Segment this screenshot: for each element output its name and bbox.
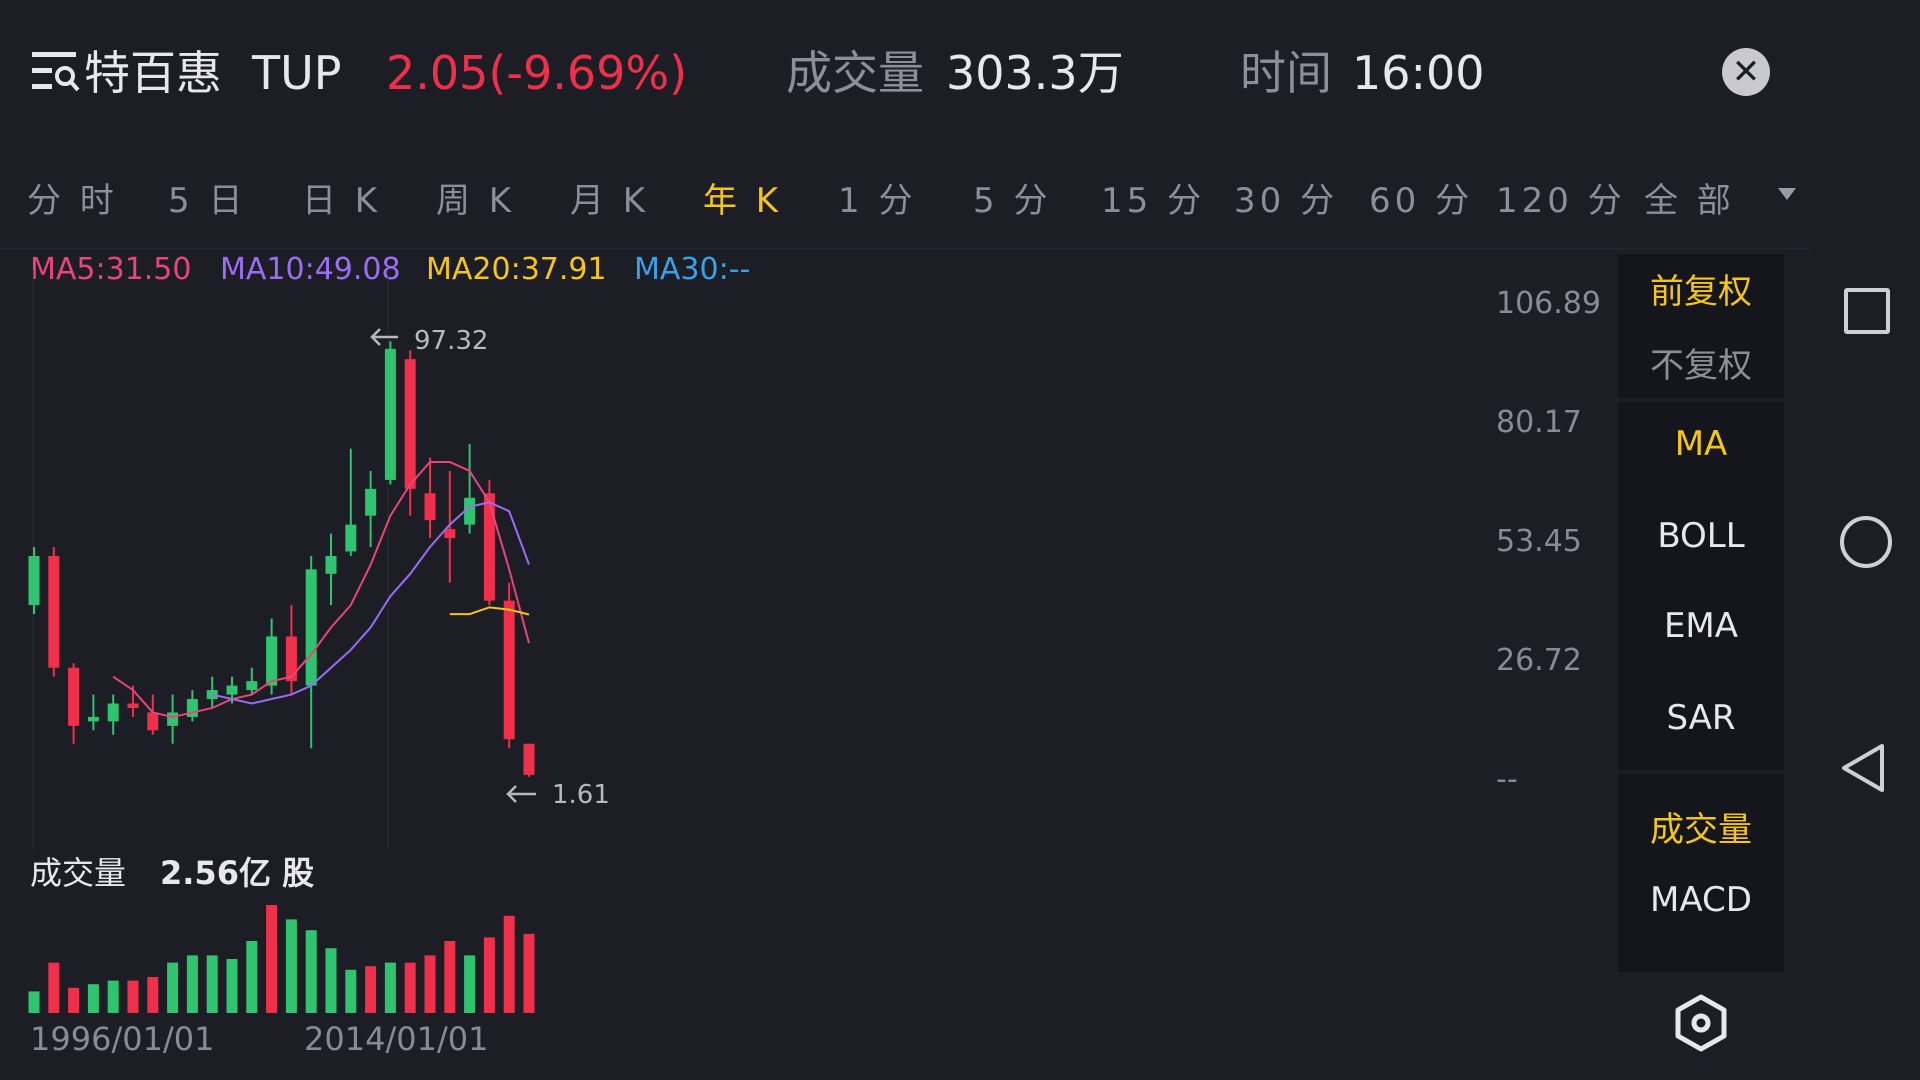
tab-yearly-k[interactable]: 年 K — [703, 170, 782, 232]
volume-bar[interactable] — [503, 915, 515, 1013]
candle-body[interactable] — [48, 555, 60, 668]
candle-body[interactable] — [523, 743, 535, 775]
nav-recent-apps-icon[interactable] — [1844, 288, 1890, 334]
volume-bar[interactable] — [87, 984, 99, 1013]
volume-bar[interactable] — [404, 962, 416, 1013]
volume-section-value: 2.56亿 股 — [160, 854, 315, 892]
volume-section-label: 成交量 — [30, 854, 127, 892]
volume-bar[interactable] — [186, 955, 198, 1013]
stock-ticker: TUP — [252, 46, 342, 100]
tab-weekly-k[interactable]: 周 K — [436, 170, 515, 232]
high-price-marker — [370, 328, 398, 346]
indicator-ma[interactable]: MA — [1618, 424, 1784, 464]
volume-bar[interactable] — [444, 941, 456, 1013]
tabs-dropdown-icon[interactable] — [1778, 188, 1796, 200]
time-label: 时间 — [1240, 46, 1332, 100]
candlestick-chart[interactable] — [0, 250, 1600, 1050]
settings-icon[interactable] — [1674, 994, 1728, 1052]
candle-body[interactable] — [266, 636, 278, 686]
low-price-label: 1.61 — [552, 780, 610, 810]
candles-layer — [28, 341, 535, 777]
tab-minute[interactable]: 分 时 — [27, 170, 118, 232]
volume-bar[interactable] — [266, 905, 278, 1013]
volume-bar[interactable] — [167, 962, 179, 1013]
volume-value: 303.3万 — [946, 46, 1124, 100]
tab-30min[interactable]: 30 分 — [1234, 170, 1338, 232]
price-change: 2.05(-9.69%) — [386, 46, 688, 100]
volume-bar[interactable] — [206, 955, 218, 1013]
close-icon[interactable]: ✕ — [1722, 48, 1770, 96]
volume-bar[interactable] — [384, 962, 396, 1013]
candle-body[interactable] — [305, 569, 317, 686]
volume-bar[interactable] — [285, 919, 297, 1013]
volume-bar[interactable] — [48, 962, 60, 1013]
volume-label: 成交量 — [786, 46, 924, 100]
candle-body[interactable] — [325, 555, 337, 574]
candle-body[interactable] — [483, 493, 495, 601]
volume-bar[interactable] — [147, 977, 159, 1013]
candle-body[interactable] — [107, 703, 119, 722]
candle-body[interactable] — [68, 667, 80, 726]
tab-daily-k[interactable]: 日 K — [302, 170, 381, 232]
tab-5min[interactable]: 5 分 — [973, 170, 1051, 232]
candle-body[interactable] — [147, 712, 159, 731]
volume-bars-layer — [28, 905, 535, 1013]
period-tabs: 分 时 5 日 日 K 周 K 月 K 年 K 1 分 5 分 15 分 30 … — [0, 170, 1810, 232]
volume-bar[interactable] — [127, 980, 139, 1013]
candle-body[interactable] — [28, 555, 40, 606]
tab-15min[interactable]: 15 分 — [1101, 170, 1205, 232]
header-bar: 特百惠 TUP 2.05(-9.69%) 成交量 303.3万 时间 16:00… — [0, 0, 1800, 150]
candle-body[interactable] — [127, 703, 139, 708]
volume-bar[interactable] — [107, 980, 119, 1013]
volume-bar[interactable] — [325, 948, 337, 1013]
indicator-ema[interactable]: EMA — [1618, 606, 1784, 646]
volume-bar[interactable] — [226, 959, 238, 1013]
volume-bar[interactable] — [483, 937, 495, 1013]
date-label-start: 1996/01/01 — [30, 1020, 215, 1058]
adjust-none-option[interactable]: 不复权 — [1618, 338, 1784, 387]
nav-back-icon[interactable] — [1838, 740, 1888, 796]
stock-name: 特百惠 — [84, 46, 222, 100]
sub-indicator-volume[interactable]: 成交量 — [1618, 802, 1784, 851]
candle-body[interactable] — [503, 600, 515, 740]
candle-body[interactable] — [167, 712, 179, 726]
volume-bar[interactable] — [246, 941, 258, 1013]
volume-bar[interactable] — [305, 930, 317, 1013]
volume-bar[interactable] — [365, 966, 377, 1013]
sub-indicator-macd[interactable]: MACD — [1618, 880, 1784, 920]
search-menu-icon[interactable] — [32, 50, 82, 92]
candle-body[interactable] — [226, 685, 238, 695]
candle-body[interactable] — [384, 348, 396, 480]
candle-body[interactable] — [424, 493, 436, 521]
ma20-line — [449, 606, 530, 616]
adjust-forward-option[interactable]: 前复权 — [1618, 264, 1784, 313]
high-price-label: 97.32 — [414, 326, 489, 356]
date-label-mid: 2014/01/01 — [304, 1020, 489, 1058]
volume-bar[interactable] — [68, 987, 80, 1013]
indicator-sar[interactable]: SAR — [1618, 698, 1784, 738]
tab-all[interactable]: 全 部 — [1644, 170, 1735, 232]
volume-bar[interactable] — [464, 955, 476, 1013]
candle-body[interactable] — [87, 716, 99, 722]
volume-bar[interactable] — [28, 991, 40, 1013]
tab-monthly-k[interactable]: 月 K — [570, 170, 649, 232]
candle-body[interactable] — [285, 636, 297, 682]
candle-body[interactable] — [246, 681, 258, 691]
candle-body[interactable] — [365, 488, 377, 516]
nav-home-icon[interactable] — [1840, 516, 1892, 568]
tab-120min[interactable]: 120 分 — [1496, 170, 1626, 232]
time-value: 16:00 — [1352, 46, 1485, 100]
volume-bar[interactable] — [345, 969, 357, 1013]
indicator-boll[interactable]: BOLL — [1618, 516, 1784, 556]
low-price-marker — [506, 785, 536, 803]
candle-body[interactable] — [345, 524, 357, 552]
volume-bar[interactable] — [523, 933, 535, 1013]
volume-bar[interactable] — [424, 955, 436, 1013]
tab-60min[interactable]: 60 分 — [1369, 170, 1473, 232]
candle-body[interactable] — [404, 359, 416, 489]
tab-1min[interactable]: 1 分 — [838, 170, 916, 232]
tab-5day[interactable]: 5 日 — [168, 170, 246, 232]
